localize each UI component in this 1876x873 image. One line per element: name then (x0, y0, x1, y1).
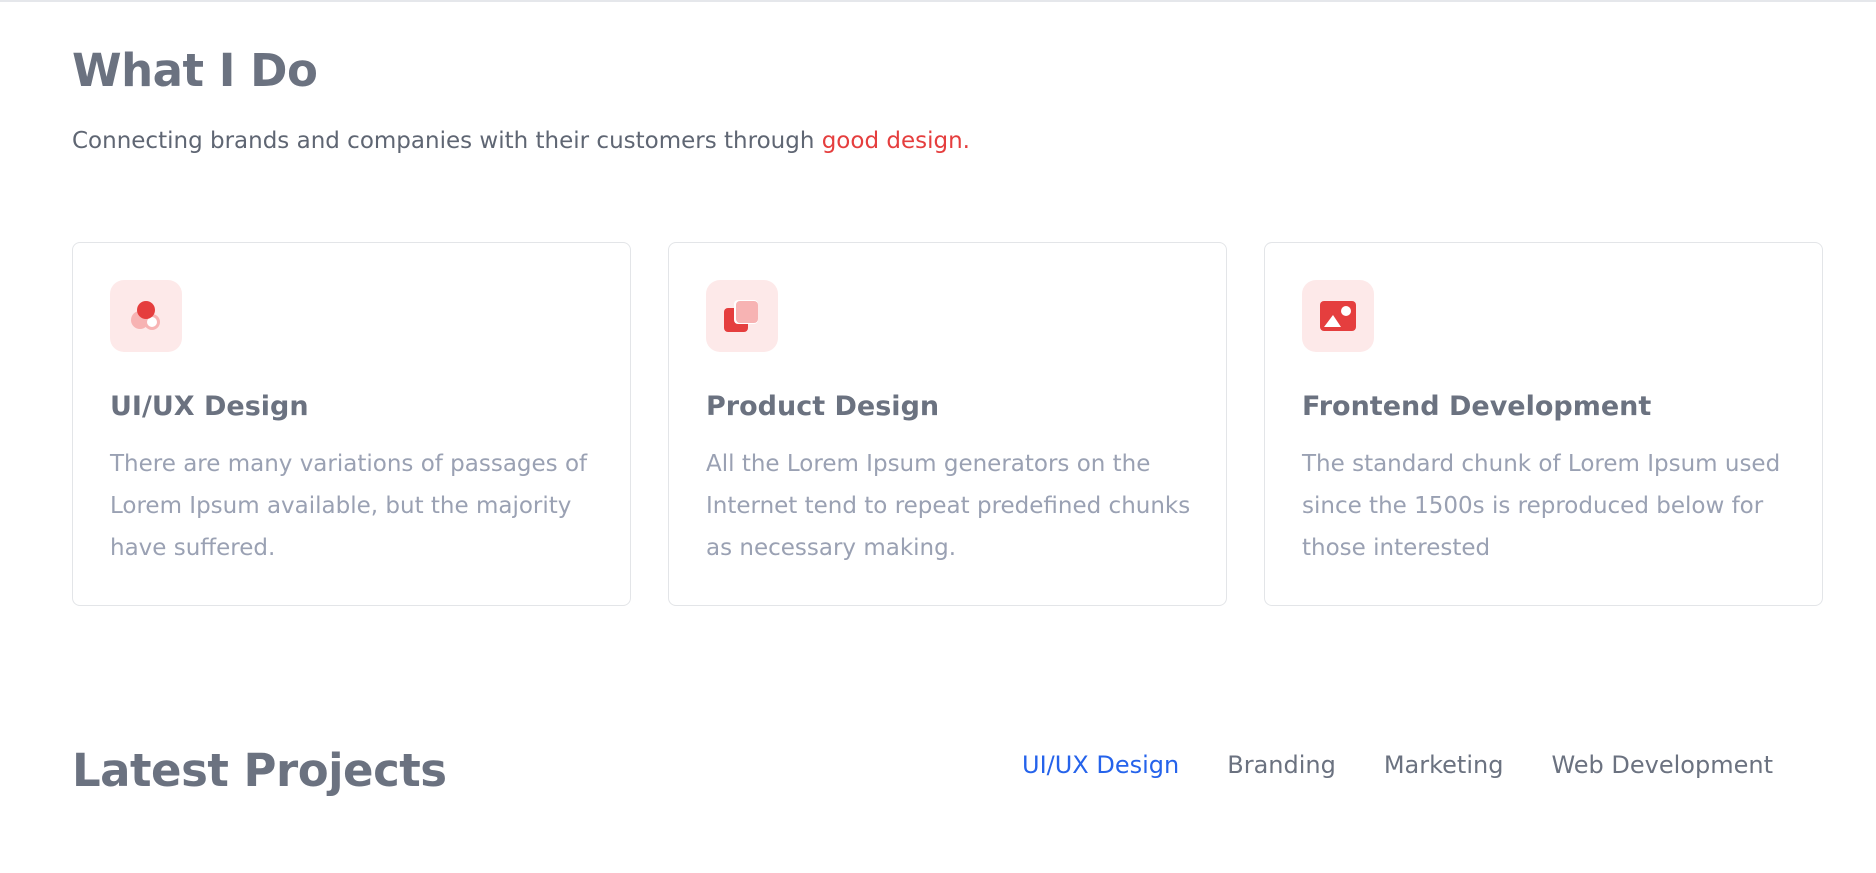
shapes-icon (110, 280, 182, 352)
lead-accent: good design. (821, 128, 970, 154)
service-card-frontend: Frontend Development The standard chunk … (1264, 242, 1823, 606)
layers-icon (706, 280, 778, 352)
section-lead: Connecting brands and companies with the… (72, 128, 970, 154)
lead-text: Connecting brands and companies with the… (72, 128, 822, 154)
top-divider (0, 0, 1876, 2)
service-description: All the Lorem Ipsum generators on the In… (706, 451, 1191, 561)
service-card-product: Product Design All the Lorem Ipsum gener… (668, 242, 1227, 606)
section-title-latest-projects: Latest Projects (72, 744, 447, 797)
project-filter-tabs: UI/UX Design Branding Marketing Web Deve… (1022, 751, 1773, 779)
service-title: UI/UX Design (110, 391, 309, 422)
filter-tab-marketing[interactable]: Marketing (1384, 751, 1504, 779)
service-description: The standard chunk of Lorem Ipsum used s… (1302, 451, 1781, 561)
filter-tab-uiux[interactable]: UI/UX Design (1022, 751, 1179, 779)
service-card-uiux: UI/UX Design There are many variations o… (72, 242, 631, 606)
service-title: Product Design (706, 391, 940, 422)
service-title: Frontend Development (1302, 391, 1652, 422)
section-title-what-i-do: What I Do (72, 44, 318, 97)
service-description: There are many variations of passages of… (110, 451, 588, 561)
image-icon (1302, 280, 1374, 352)
filter-tab-branding[interactable]: Branding (1227, 751, 1336, 779)
filter-tab-web-development[interactable]: Web Development (1551, 751, 1773, 779)
